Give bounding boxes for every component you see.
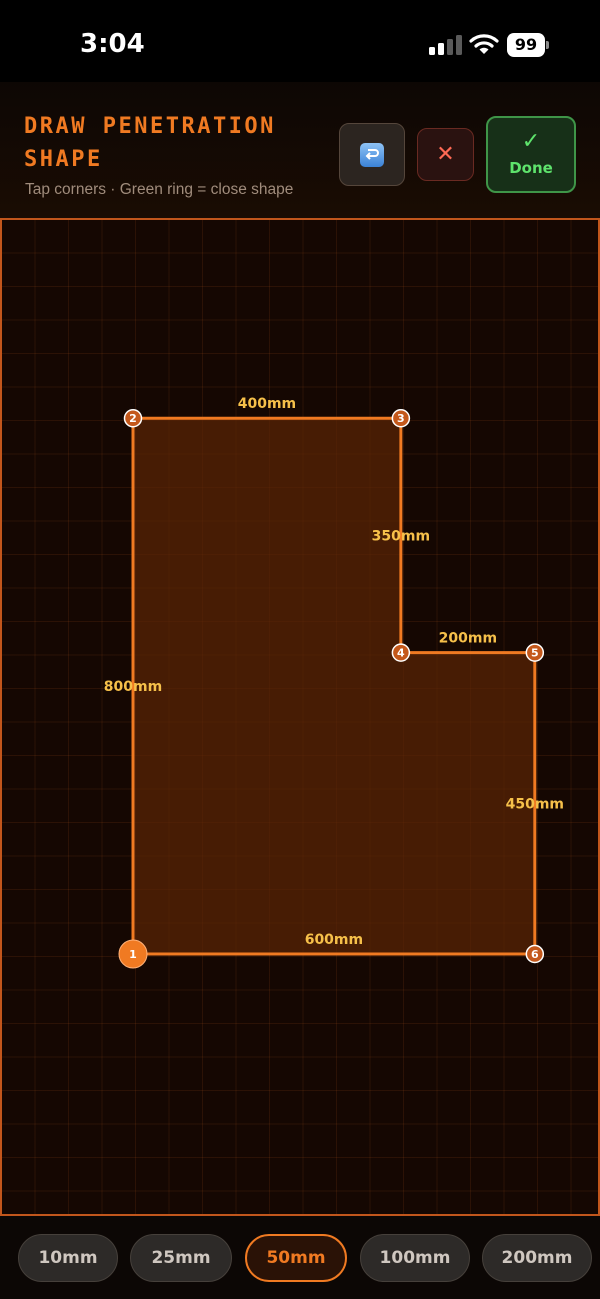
status-time: 3:04 xyxy=(80,29,145,59)
done-button[interactable]: ✓ Done xyxy=(486,116,576,193)
edge-dimension-label: 600mm xyxy=(305,932,363,948)
grid-size-100mm-button[interactable]: 100mm xyxy=(360,1234,470,1282)
vertex-number: 4 xyxy=(397,647,405,660)
wifi-icon xyxy=(469,34,499,54)
vertex-number: 5 xyxy=(531,647,539,660)
clear-button[interactable]: ✕ xyxy=(417,128,474,181)
battery-icon: 99 xyxy=(507,33,545,57)
edge-dimension-label: 350mm xyxy=(372,528,430,544)
done-label: Done xyxy=(509,158,553,177)
grid-size-200mm-button[interactable]: 200mm xyxy=(482,1234,592,1282)
grid-size-10mm-button[interactable]: 10mm xyxy=(18,1234,118,1282)
checkmark-icon: ✓ xyxy=(521,128,541,154)
vertex-number: 3 xyxy=(397,412,405,425)
penetration-shape: 800mm 400mm 350mm 200mm 450mm 600mm 1 2 3 4 5 6 xyxy=(104,396,564,969)
vertex-number: 2 xyxy=(129,412,137,425)
vertex-number: 6 xyxy=(531,948,539,961)
page-subtitle: Tap corners · Green ring = close shape xyxy=(25,181,294,198)
vertex-marker[interactable]: 5 xyxy=(525,643,545,662)
grid-size-25mm-button[interactable]: 25mm xyxy=(130,1234,232,1282)
drawing-canvas[interactable]: 800mm 400mm 350mm 200mm 450mm 600mm 1 2 3 4 5 6 xyxy=(0,218,600,1216)
vertex-marker[interactable]: 2 xyxy=(123,408,143,428)
grid-size-50mm-button[interactable]: 50mm xyxy=(245,1234,347,1282)
page-title: DRAW PENETRATION SHAPE xyxy=(24,114,276,172)
cellular-signal-icon xyxy=(429,33,463,55)
vertex-marker[interactable]: 6 xyxy=(525,944,545,964)
battery-tip xyxy=(546,41,549,49)
vertex-marker[interactable]: 1 xyxy=(118,939,148,969)
vertex-number: 1 xyxy=(129,948,137,961)
shape-outline xyxy=(131,416,537,956)
edge-dimension-label: 800mm xyxy=(104,679,162,695)
undo-arrow-icon xyxy=(360,142,384,167)
undo-button[interactable] xyxy=(339,123,405,186)
edge-dimension-label: 450mm xyxy=(506,796,564,812)
close-icon: ✕ xyxy=(436,142,455,167)
edge-dimension-label: 200mm xyxy=(439,631,497,647)
vertex-marker[interactable]: 3 xyxy=(391,408,411,428)
edge-dimension-label: 400mm xyxy=(238,396,296,412)
vertex-marker[interactable]: 4 xyxy=(391,643,411,662)
